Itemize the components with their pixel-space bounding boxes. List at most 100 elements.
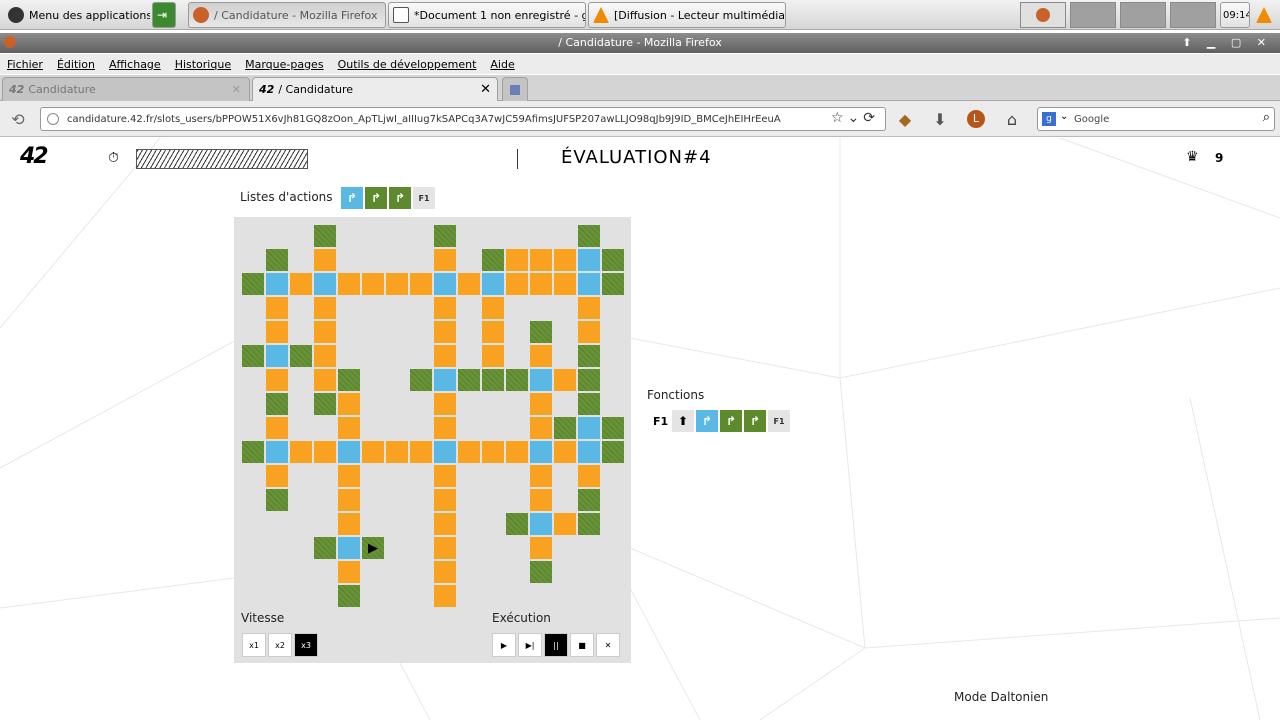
board-tile bbox=[338, 561, 360, 583]
tabbar: 42 Candidature ✕ 42 / Candidature ✕ bbox=[0, 75, 1280, 101]
reset-button[interactable]: ✕ bbox=[596, 633, 620, 657]
bookmark-star-icon[interactable]: ☆⌄⟳ bbox=[830, 110, 879, 126]
menu-outils[interactable]: Outils de développement bbox=[338, 58, 477, 71]
board-tile bbox=[314, 321, 336, 343]
board-tile bbox=[266, 321, 288, 343]
site-identity-icon[interactable] bbox=[47, 113, 59, 125]
slot-f1[interactable]: F1 bbox=[768, 410, 790, 432]
step-button[interactable]: ▶| bbox=[518, 633, 542, 657]
close-icon: ✕ bbox=[604, 640, 612, 650]
search-icon[interactable]: ⌕ bbox=[1263, 110, 1270, 125]
menu-affichage[interactable]: Affichage bbox=[109, 58, 161, 71]
search-bar[interactable]: g ⌄ Google ⌕ bbox=[1037, 107, 1275, 131]
header-divider bbox=[517, 149, 518, 169]
taskbar-window-vlc[interactable]: [Diffusion - Lecteur multimédia ... bbox=[588, 2, 786, 28]
board-tile bbox=[578, 417, 600, 439]
chevron-down-icon[interactable]: ⌄ bbox=[1060, 111, 1068, 122]
action-turn-right-blue[interactable]: ↱ bbox=[341, 187, 363, 209]
board-tile bbox=[530, 345, 552, 367]
apps-menu-button[interactable]: Menu des applications bbox=[4, 2, 150, 28]
speed-x2-button[interactable]: x2 bbox=[268, 633, 292, 657]
f1-label: F1 bbox=[653, 415, 669, 428]
slot-turn-right-green[interactable]: ↱ bbox=[720, 410, 742, 432]
board-tile bbox=[434, 225, 456, 247]
board-tile bbox=[482, 441, 504, 463]
url-bar[interactable]: candidature.42.fr/slots_users/bPPOW51X6v… bbox=[40, 107, 886, 131]
url-text: candidature.42.fr/slots_users/bPPOW51X6v… bbox=[67, 113, 781, 125]
back-icon[interactable]: ⟲ bbox=[8, 109, 28, 129]
addon-icon[interactable]: ◆ bbox=[895, 109, 915, 129]
board-tile bbox=[362, 441, 384, 463]
vlc-tray-icon[interactable] bbox=[1252, 2, 1278, 28]
exit-icon: ⇥ bbox=[157, 8, 168, 22]
menubar: Fichier Édition Affichage Historique Mar… bbox=[0, 54, 1280, 74]
board-tile bbox=[530, 417, 552, 439]
board-tile bbox=[290, 345, 312, 367]
board-tile bbox=[506, 249, 528, 271]
window-controls[interactable]: ⬆ ▁ ▢ ✕ bbox=[1182, 33, 1272, 53]
action-turn-right-green[interactable]: ↱ bbox=[365, 187, 387, 209]
slot-turn-right-blue[interactable]: ↱ bbox=[696, 410, 718, 432]
close-tab-icon[interactable]: ✕ bbox=[480, 82, 491, 97]
pause-button[interactable]: || bbox=[544, 633, 568, 657]
workspace-4[interactable] bbox=[1170, 2, 1216, 28]
slot-forward[interactable]: ⬆ bbox=[672, 410, 694, 432]
menu-aide[interactable]: Aide bbox=[490, 58, 514, 71]
workspace-3[interactable] bbox=[1120, 2, 1166, 28]
document-icon bbox=[393, 7, 409, 23]
window-titlebar[interactable]: / Candidature - Mozilla Firefox ⬆ ▁ ▢ ✕ bbox=[0, 33, 1280, 53]
lastpass-icon[interactable]: L bbox=[966, 109, 986, 129]
board-tile bbox=[578, 369, 600, 391]
pause-icon: || bbox=[553, 640, 559, 650]
navbar: ⟲ candidature.42.fr/slots_users/bPPOW51X… bbox=[0, 101, 1280, 137]
board-tile bbox=[578, 513, 600, 535]
action-f1[interactable]: F1 bbox=[413, 187, 435, 209]
workspace-2[interactable] bbox=[1070, 2, 1116, 28]
board-tile bbox=[338, 513, 360, 535]
google-icon[interactable]: g bbox=[1042, 112, 1056, 126]
menu-edition[interactable]: Édition bbox=[57, 58, 95, 71]
tab-candidature-2[interactable]: 42 / Candidature ✕ bbox=[252, 77, 498, 101]
board-tile bbox=[266, 345, 288, 367]
taskbar-window-document[interactable]: *Document 1 non enregistré - g... bbox=[388, 2, 586, 28]
menu-marque-pages[interactable]: Marque-pages bbox=[245, 58, 323, 71]
board-tile bbox=[554, 369, 576, 391]
board-tile bbox=[458, 273, 480, 295]
new-tab-button[interactable] bbox=[502, 77, 528, 101]
board-tile bbox=[266, 417, 288, 439]
taskbar: Menu des applications ⇥ / Candidature - … bbox=[0, 0, 1280, 30]
new-tab-icon bbox=[510, 84, 520, 95]
tab-candidature-1[interactable]: 42 Candidature ✕ bbox=[2, 77, 250, 101]
board-tile bbox=[434, 585, 456, 607]
logout-button[interactable]: ⇥ bbox=[152, 2, 176, 28]
board-tile bbox=[578, 273, 600, 295]
speed-x1-button[interactable]: x1 bbox=[242, 633, 266, 657]
board-tile bbox=[554, 513, 576, 535]
speed-x3-button[interactable]: x3 bbox=[294, 633, 318, 657]
board-tile bbox=[506, 273, 528, 295]
board-tile bbox=[242, 441, 264, 463]
colorblind-mode-toggle[interactable]: Mode Daltonien bbox=[954, 690, 1048, 704]
play-button[interactable]: ▶ bbox=[492, 633, 516, 657]
workspace-1[interactable] bbox=[1020, 2, 1066, 28]
play-icon: ▶ bbox=[500, 640, 508, 650]
clock[interactable]: 09:14 bbox=[1220, 2, 1250, 28]
menu-historique[interactable]: Historique bbox=[175, 58, 231, 71]
board-tile bbox=[602, 441, 624, 463]
download-icon[interactable]: ⬇ bbox=[930, 109, 950, 129]
menu-fichier[interactable]: Fichier bbox=[7, 58, 43, 71]
board-tile bbox=[314, 345, 336, 367]
home-icon[interactable]: ⌂ bbox=[1002, 109, 1022, 129]
board-tile bbox=[434, 417, 456, 439]
board-tile bbox=[458, 369, 480, 391]
stop-button[interactable]: ■ bbox=[570, 633, 594, 657]
slot-turn-right-green-2[interactable]: ↱ bbox=[744, 410, 766, 432]
board-tile bbox=[338, 273, 360, 295]
board-tile bbox=[338, 537, 360, 559]
firefox-icon bbox=[193, 7, 209, 23]
time-progress-bar bbox=[136, 149, 308, 169]
taskbar-window-firefox[interactable]: / Candidature - Mozilla Firefox bbox=[188, 2, 386, 28]
action-turn-right-green-2[interactable]: ↱ bbox=[389, 187, 411, 209]
close-tab-icon[interactable]: ✕ bbox=[232, 83, 241, 96]
board-tile bbox=[554, 273, 576, 295]
